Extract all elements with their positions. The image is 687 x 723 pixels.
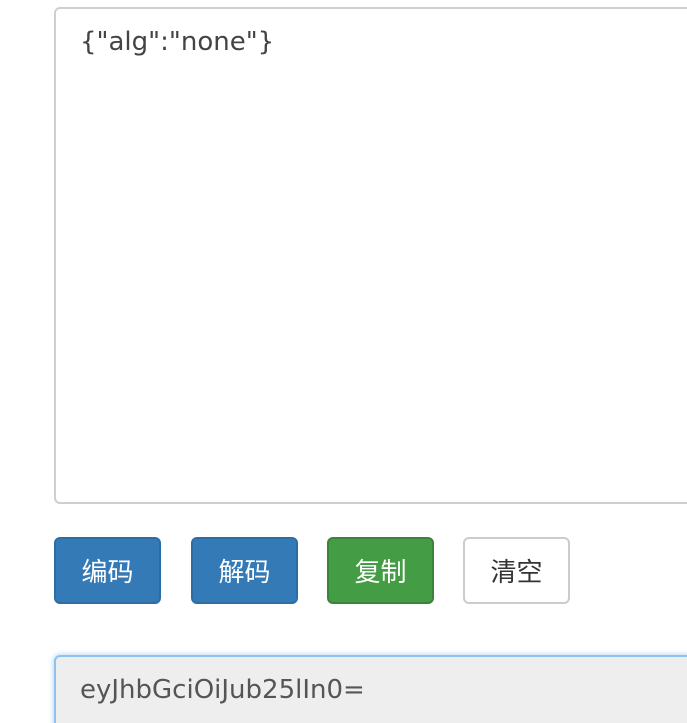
clear-button[interactable]: 清空 [463, 537, 570, 604]
base64-tool-page: {"alg":"none"} 编码 解码 复制 清空 eyJhbGciOiJub… [0, 0, 687, 723]
output-textarea[interactable]: eyJhbGciOiJub25lIn0= [54, 655, 687, 723]
decode-button[interactable]: 解码 [191, 537, 298, 604]
input-textarea[interactable]: {"alg":"none"} [54, 7, 687, 504]
copy-button[interactable]: 复制 [327, 537, 434, 604]
encode-button[interactable]: 编码 [54, 537, 161, 604]
